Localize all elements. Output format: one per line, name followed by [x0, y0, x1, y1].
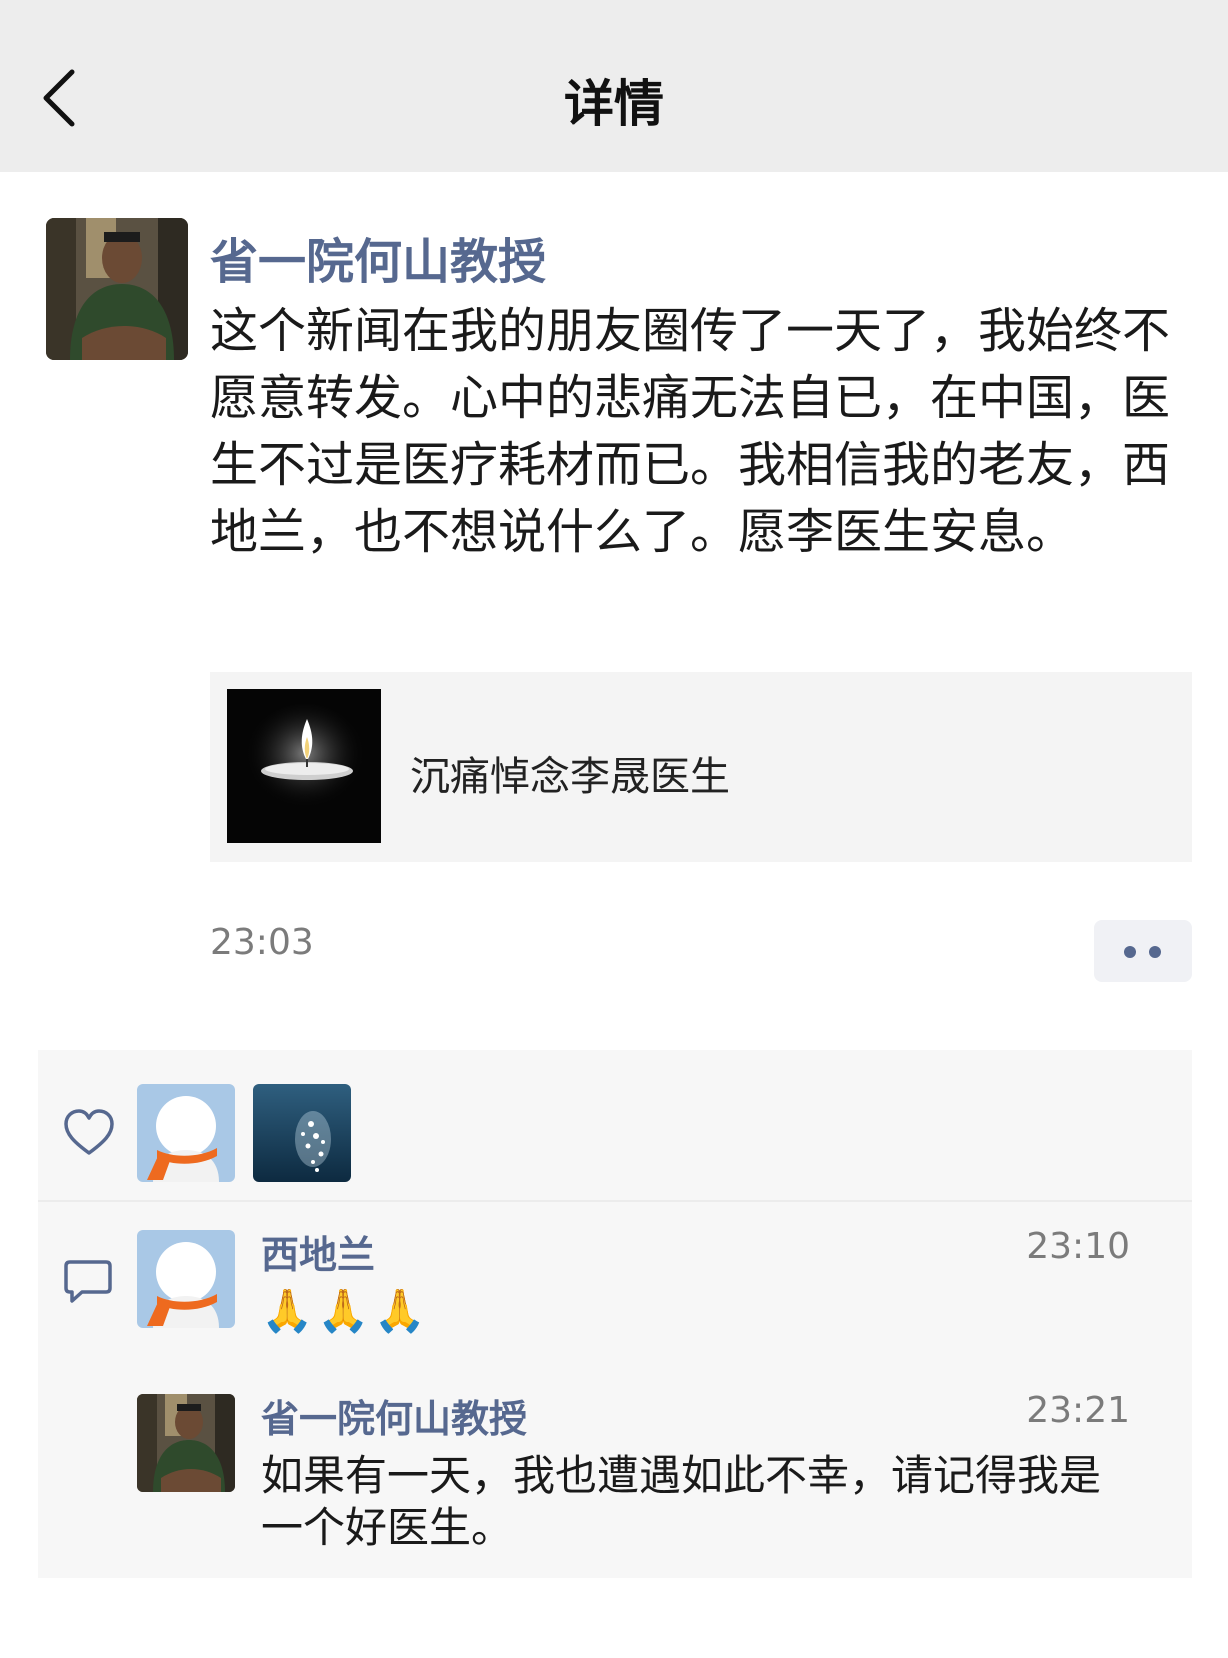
- likes-row: [38, 1050, 1192, 1200]
- top-bar: 详情: [0, 0, 1228, 172]
- liker-avatar[interactable]: [137, 1084, 235, 1182]
- comment-time: 23:21: [1026, 1390, 1130, 1431]
- candle-icon: [227, 689, 381, 843]
- post-text: 这个新闻在我的朋友圈传了一天了，我始终不愿意转发。心中的悲痛无法自已，在中国，医…: [210, 303, 1171, 560]
- more-dots-icon: [1124, 946, 1136, 958]
- liker-avatar[interactable]: [253, 1084, 351, 1182]
- post-timestamp: 23:03: [210, 922, 314, 963]
- likes-comments-panel: 西地兰 23:10 🙏🙏🙏 省一院何山教授 23:21 如果有一天，我也遭遇如此…: [38, 1050, 1192, 1578]
- author-name[interactable]: 省一院何山教授: [210, 222, 546, 292]
- page-title: 详情: [564, 75, 664, 133]
- comment-icon: [64, 1260, 112, 1303]
- more-dots-icon-part: [1149, 946, 1161, 958]
- heart-icon: [64, 1109, 114, 1155]
- commenter-avatar[interactable]: [137, 1394, 235, 1492]
- commenter-avatar[interactable]: [137, 1230, 235, 1328]
- comment-author[interactable]: 省一院何山教授: [261, 1388, 527, 1443]
- link-title: 沉痛悼念李晟医生: [410, 754, 730, 800]
- author-avatar[interactable]: [46, 218, 188, 360]
- comment-text: 如果有一天，我也遭遇如此不幸，请记得我是一个好医生。: [261, 1451, 1102, 1552]
- comment-text: 🙏🙏🙏: [261, 1286, 430, 1335]
- comment-author[interactable]: 西地兰: [261, 1224, 375, 1279]
- shared-link-card[interactable]: 沉痛悼念李晟医生: [210, 672, 1192, 862]
- divider: [38, 1200, 1192, 1202]
- more-button[interactable]: [1094, 920, 1192, 982]
- comment-time: 23:10: [1026, 1226, 1130, 1267]
